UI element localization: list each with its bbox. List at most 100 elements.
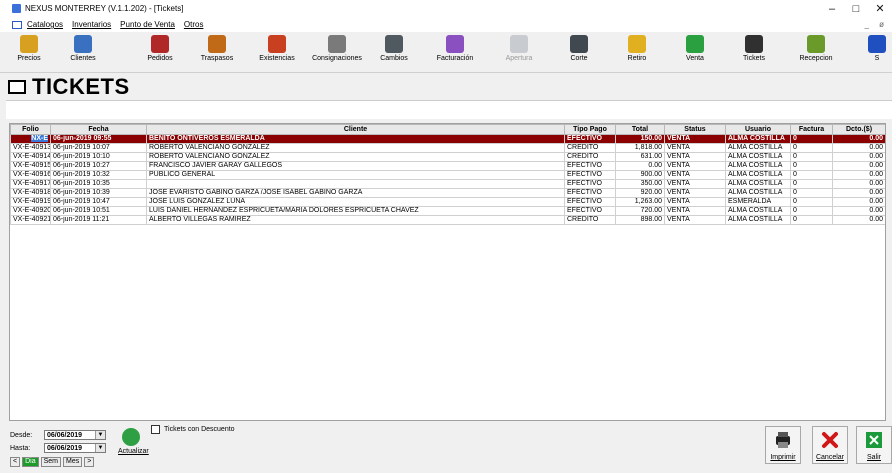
table-cell: 898.00 bbox=[615, 215, 665, 225]
table-row[interactable]: VX-E-40920 06-jun-2019 10:51 LUIS DANIEL H… bbox=[10, 206, 885, 216]
toolbar-button-venta[interactable]: Venta bbox=[670, 34, 720, 70]
table-row[interactable]: VX-E-40918 06-jun-2019 10:39 JOSE EVARISTO… bbox=[10, 188, 885, 198]
chevron-down-icon[interactable]: ▼ bbox=[95, 431, 105, 439]
mdi-controls[interactable]: _ ø bbox=[864, 20, 888, 29]
table-cell: EFECTIVO bbox=[564, 206, 616, 216]
toolbar-button-consignaciones[interactable]: Consignaciones bbox=[305, 34, 369, 70]
table-cell: 06-jun-2019 10:35 bbox=[50, 179, 147, 189]
toolbar-button-traspasos[interactable]: Traspasos bbox=[190, 34, 244, 70]
menu-punto-de-venta[interactable]: Punto de Venta bbox=[120, 20, 175, 29]
chevron-down-icon[interactable]: ▼ bbox=[95, 444, 105, 452]
table-cell: 06-jun-2019 10:51 bbox=[50, 206, 147, 216]
cash-register-icon bbox=[570, 35, 588, 53]
transfer-icon bbox=[208, 35, 226, 53]
restore-button[interactable]: □ bbox=[844, 0, 868, 18]
table-cell: 0 bbox=[790, 134, 833, 144]
table-cell: LUIS DANIEL HERNANDEZ ESPRICUETA/MARIA D… bbox=[146, 206, 565, 216]
table-row[interactable]: VX-E-40921 06-jun-2019 11:21 ALBERTO VILLE… bbox=[10, 215, 885, 225]
nav-next-button[interactable]: > bbox=[84, 457, 95, 467]
table-cell: 0 bbox=[790, 179, 833, 189]
print-button[interactable]: Imprimir bbox=[765, 426, 801, 464]
table-row[interactable]: VX-E-40919 06-jun-2019 10:47 JOSE LUIS GON… bbox=[10, 197, 885, 207]
table-cell: 0.00 bbox=[832, 143, 885, 153]
toolbar-button-tickets[interactable]: Tickets bbox=[730, 34, 778, 70]
cancel-x-icon bbox=[822, 432, 838, 448]
desde-date-value: 06/06/2019 bbox=[47, 432, 83, 439]
desde-date-field[interactable]: 06/06/2019 ▼ bbox=[44, 430, 106, 440]
table-row[interactable]: VX-E-40914 06-jun-2019 10:10 ROBERTO VALEN… bbox=[10, 152, 885, 162]
refresh-button[interactable]: Actualizar bbox=[118, 428, 149, 462]
table-row[interactable]: NX-E 06-jun-2019 09:55 BENITO ONTIVEROS ES… bbox=[10, 134, 885, 144]
table-cell: 0.00 bbox=[832, 134, 885, 144]
menu-catalogos[interactable]: Catalogos bbox=[27, 20, 63, 29]
ticket-icon bbox=[745, 35, 763, 53]
table-cell: 06-jun-2019 10:27 bbox=[50, 161, 147, 171]
menu-inventarios[interactable]: Inventarios bbox=[72, 20, 111, 29]
app-icon bbox=[12, 4, 21, 13]
nav-month-button[interactable]: Mes bbox=[63, 457, 83, 467]
toolbar-button-precios[interactable]: Precios bbox=[6, 34, 52, 70]
column-header[interactable]: Folio bbox=[10, 124, 51, 135]
table-row[interactable]: VX-E-40913 06-jun-2019 10:07 ROBERTO VALEN… bbox=[10, 143, 885, 153]
table-cell: VX-E-40915 bbox=[10, 161, 51, 171]
table-cell: 0.00 bbox=[832, 215, 885, 225]
column-header[interactable]: Cliente bbox=[146, 124, 565, 135]
discount-checkbox[interactable]: Tickets con Descuento bbox=[151, 425, 235, 434]
folio-value: VX-E-40914 bbox=[13, 153, 51, 161]
toolbar-button-recepcion[interactable]: Recepcion bbox=[790, 34, 842, 70]
table-cell: EFECTIVO bbox=[564, 188, 616, 198]
toolbar-label: Facturación bbox=[436, 55, 474, 62]
toolbar-button-corte[interactable]: Corte bbox=[556, 34, 602, 70]
table-cell: VX-E-40917 bbox=[10, 179, 51, 189]
table-cell: ALMA COSTILLA bbox=[725, 179, 791, 189]
table-cell: ALMA COSTILLA bbox=[725, 152, 791, 162]
table-row[interactable]: VX-E-40915 06-jun-2019 10:27 FRANCISCO JAV… bbox=[10, 161, 885, 171]
table-cell: ROBERTO VALENCIANO GONZALEZ bbox=[146, 143, 565, 153]
toolbar-button-clientes[interactable]: Clientes bbox=[58, 34, 108, 70]
stock-icon bbox=[268, 35, 286, 53]
toolbar-button-apertura[interactable]: Apertura bbox=[496, 34, 542, 70]
column-header[interactable]: Usuario bbox=[725, 124, 791, 135]
exit-button[interactable]: Salir bbox=[856, 426, 892, 464]
toolbar-button-s[interactable]: S bbox=[853, 34, 892, 70]
minimize-button[interactable]: – bbox=[820, 0, 844, 18]
hasta-date-field[interactable]: 06/06/2019 ▼ bbox=[44, 443, 106, 453]
column-header[interactable]: Total bbox=[615, 124, 665, 135]
table-row[interactable]: VX-E-40917 06-jun-2019 10:35 EFECTIVO 350.0… bbox=[10, 179, 885, 189]
toolbar-label: Precios bbox=[17, 55, 41, 62]
nav-day-button[interactable]: Dia bbox=[22, 457, 39, 467]
table-cell: ALMA COSTILLA bbox=[725, 215, 791, 225]
close-button[interactable]: ✕ bbox=[868, 0, 892, 18]
toolbar-button-pedidos[interactable]: Pedidos bbox=[136, 34, 184, 70]
table-cell: FRANCISCO JAVIER GARAY GALLEGOS bbox=[146, 161, 565, 171]
table-cell: 06-jun-2019 10:07 bbox=[50, 143, 147, 153]
table-row[interactable]: VX-E-40916 06-jun-2019 10:32 PUBLICO GENER… bbox=[10, 170, 885, 180]
cancel-button[interactable]: Cancelar bbox=[812, 426, 848, 464]
table-cell: JOSE LUIS GONZALEZ LUNA bbox=[146, 197, 565, 207]
folio-value: VX-E-40920 bbox=[13, 207, 51, 215]
mdi-window-icon[interactable] bbox=[12, 21, 22, 29]
column-header[interactable]: Fecha bbox=[50, 124, 147, 135]
table-cell: VX-E-40916 bbox=[10, 170, 51, 180]
table-cell: 0 bbox=[790, 197, 833, 207]
page-header: TICKETS bbox=[8, 74, 130, 100]
toolbar-label: S bbox=[874, 55, 880, 62]
menu-otros[interactable]: Otros bbox=[184, 20, 204, 29]
tickets-grid[interactable]: Folio Fecha Cliente Tipo Pago Total Status Usu… bbox=[9, 123, 886, 421]
toolbar-button-facturaci-n[interactable]: Facturación bbox=[427, 34, 483, 70]
toolbar-button-existencias[interactable]: Existencias bbox=[250, 34, 304, 70]
nav-week-button[interactable]: Sem bbox=[40, 457, 62, 467]
nav-prev-button[interactable]: < bbox=[10, 457, 21, 467]
discount-checkbox-label: Tickets con Descuento bbox=[164, 426, 235, 433]
toolbar-label: Clientes bbox=[70, 55, 96, 62]
toolbar-button-cambios[interactable]: Cambios bbox=[372, 34, 416, 70]
withdrawal-icon bbox=[628, 35, 646, 53]
column-header[interactable]: Dcto.($) bbox=[832, 124, 885, 135]
table-cell: ALMA COSTILLA bbox=[725, 161, 791, 171]
toolbar-button-retiro[interactable]: Retiro bbox=[614, 34, 660, 70]
column-header[interactable]: Factura bbox=[790, 124, 833, 135]
checkbox-box[interactable] bbox=[151, 425, 160, 434]
column-header[interactable]: Status bbox=[664, 124, 726, 135]
table-cell: VENTA bbox=[664, 161, 726, 171]
column-header[interactable]: Tipo Pago bbox=[564, 124, 616, 135]
